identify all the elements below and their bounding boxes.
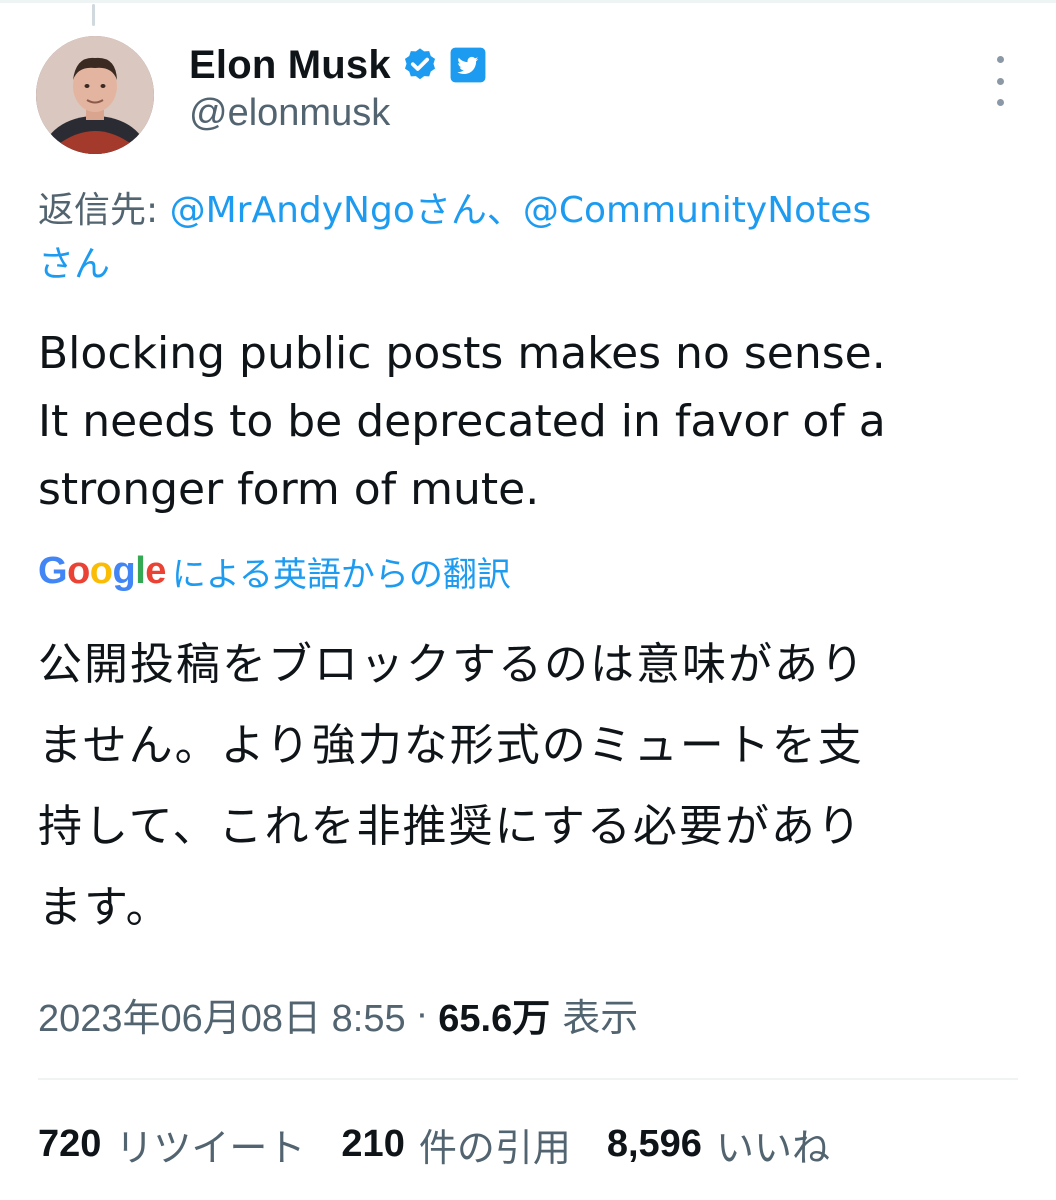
author-handle[interactable]: @elonmusk xyxy=(189,92,390,135)
verified-badge-icon xyxy=(401,46,439,84)
meta-separator: · xyxy=(415,992,429,1035)
translated-line: ません。より強力な形式のミュートを支 xyxy=(38,720,864,771)
translated-text: 公開投稿をブロックするのは意味があり ません。より強力な形式のミュートを支 持し… xyxy=(38,624,1018,948)
avatar-image xyxy=(36,36,154,154)
tweet-meta: 2023年06月08日 8:55 · 65.6万 表示 xyxy=(38,986,638,1042)
top-edge xyxy=(0,0,1056,3)
tweet-line: Blocking public posts makes no sense. xyxy=(38,328,886,379)
more-options-icon[interactable] xyxy=(982,56,1018,106)
translated-line: 公開投稿をブロックするのは意味があり xyxy=(38,639,866,690)
reply-mention-communitynotes[interactable]: @CommunityNotes xyxy=(523,190,871,231)
retweets-count: 720 xyxy=(38,1122,102,1165)
author-name-row[interactable]: Elon Musk xyxy=(189,40,487,90)
display-name[interactable]: Elon Musk xyxy=(189,43,391,88)
reply-prefix: 返信先: xyxy=(38,190,170,231)
likes-label: いいね xyxy=(715,1127,830,1170)
retweets-stat[interactable]: 720 リツイート xyxy=(38,1117,305,1172)
translated-line: ます。 xyxy=(38,882,172,933)
translation-attribution[interactable]: Google による英語からの翻訳 xyxy=(38,546,511,596)
reply-mention-andyngo[interactable]: @MrAndyNgoさん xyxy=(170,190,487,231)
views-count: 65.6万 xyxy=(438,997,551,1040)
translation-label[interactable]: による英語からの翻訳 xyxy=(172,547,511,596)
likes-count: 8,596 xyxy=(606,1122,702,1165)
views-label: 表示 xyxy=(562,997,639,1040)
tweet-line: stronger form of mute. xyxy=(38,464,540,515)
tweet-line: It needs to be deprecated in favor of a xyxy=(38,396,886,447)
avatar[interactable] xyxy=(36,36,154,154)
quotes-stat[interactable]: 210 件の引用 xyxy=(341,1117,570,1172)
engagement-stats: 720 リツイート 210 件の引用 8,596 いいね xyxy=(38,1114,866,1174)
reply-suffix[interactable]: さん xyxy=(38,244,110,285)
divider xyxy=(38,1078,1018,1080)
quotes-label: 件の引用 xyxy=(418,1127,571,1170)
translated-line: 持して、これを非推奨にする必要があり xyxy=(38,801,863,852)
twitter-bird-badge-icon xyxy=(449,46,487,84)
google-logo: Google xyxy=(38,549,166,592)
thread-line xyxy=(92,4,95,26)
quotes-count: 210 xyxy=(341,1122,405,1165)
likes-stat[interactable]: 8,596 いいね xyxy=(607,1117,830,1172)
reply-separator: 、 xyxy=(486,190,523,231)
reply-to-line: 返信先: @MrAndyNgoさん、@CommunityNotes さん xyxy=(38,184,1018,292)
timestamp[interactable]: 2023年06月08日 8:55 xyxy=(38,987,406,1042)
retweets-label: リツイート xyxy=(115,1127,306,1170)
tweet-text: Blocking public posts makes no sense. It… xyxy=(38,320,1018,524)
